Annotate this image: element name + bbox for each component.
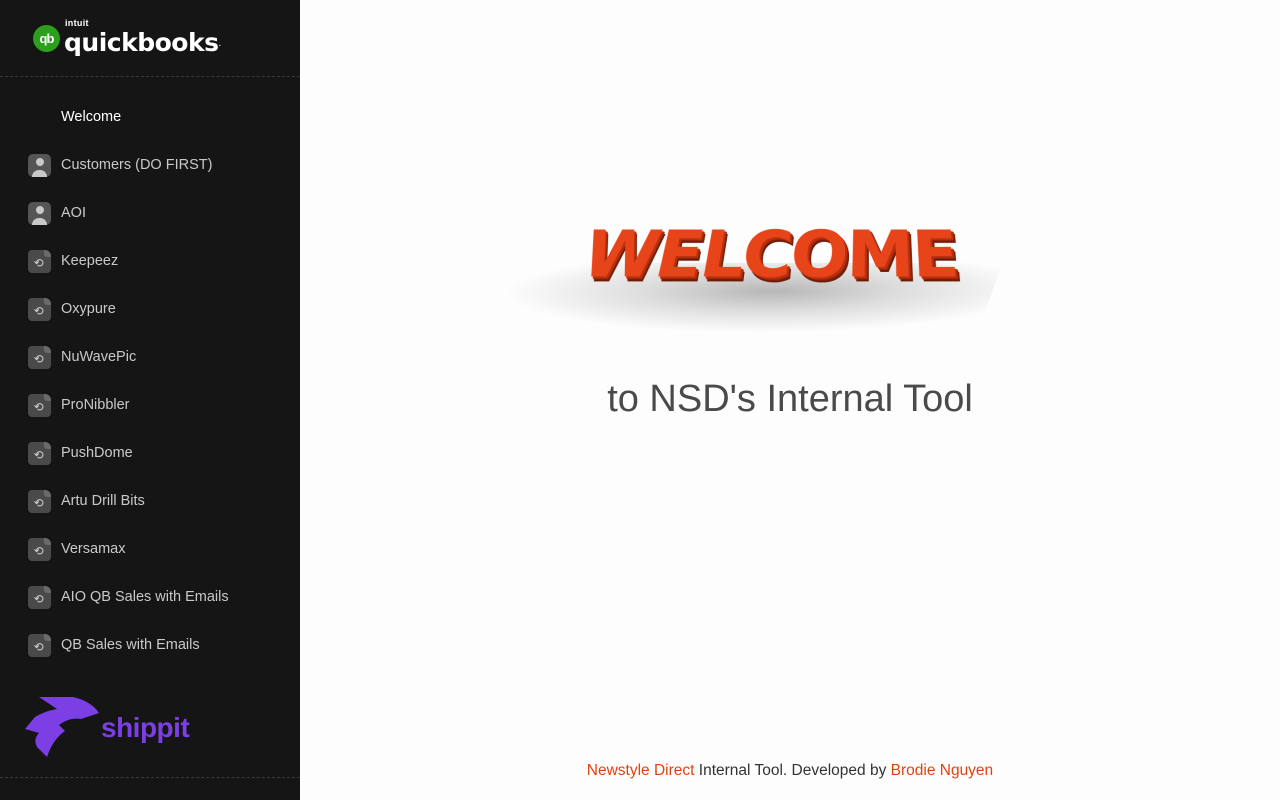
sidebar-item-aoi[interactable]: AOI [0, 189, 300, 237]
sidebar-item-artu-drill-bits[interactable]: ⟲ Artu Drill Bits [0, 477, 300, 525]
sidebar-item-label: ProNibbler [61, 397, 130, 413]
sidebar-nav: Welcome Customers (DO FIRST) AOI ⟲ Keepe… [0, 93, 300, 669]
author-link[interactable]: Brodie Nguyen [891, 762, 994, 779]
document-sync-icon: ⟲ [28, 297, 51, 321]
document-sync-icon: ⟲ [28, 393, 51, 417]
sidebar-item-label: Artu Drill Bits [61, 493, 145, 509]
document-sync-icon: ⟲ [28, 633, 51, 657]
sidebar-item-pushdome[interactable]: ⟲ PushDome [0, 429, 300, 477]
footer-text: Internal Tool. Developed by [694, 762, 891, 779]
sidebar-item-versamax[interactable]: ⟲ Versamax [0, 525, 300, 573]
quickbooks-wordmark: intuit quickbooks. [64, 18, 222, 55]
sidebar-item-label: Oxypure [61, 301, 116, 317]
document-sync-icon: ⟲ [28, 441, 51, 465]
sidebar-item-nuwavepic[interactable]: ⟲ NuWavePic [0, 333, 300, 381]
company-link[interactable]: Newstyle Direct [587, 762, 695, 779]
brand-header: qb intuit quickbooks. [0, 0, 300, 77]
sidebar-item-label: QB Sales with Emails [61, 637, 200, 653]
person-icon [28, 201, 51, 225]
quickbooks-dot: . [218, 38, 222, 49]
document-sync-icon: ⟲ [28, 537, 51, 561]
quickbooks-logo[interactable]: qb intuit quickbooks. [33, 18, 222, 55]
shippit-mark-icon [25, 697, 99, 757]
welcome-banner-image: WELCOME [487, 205, 1003, 350]
sidebar-item-aio-qb-sales[interactable]: ⟲ AIO QB Sales with Emails [0, 573, 300, 621]
sidebar-divider [0, 777, 300, 778]
document-sync-icon: ⟲ [28, 489, 51, 513]
sidebar: qb intuit quickbooks. Welcome Customers … [0, 0, 300, 800]
sidebar-item-oxypure[interactable]: ⟲ Oxypure [0, 285, 300, 333]
quickbooks-mark-icon: qb [33, 24, 60, 52]
sidebar-item-label: Versamax [61, 541, 126, 557]
sidebar-item-label: PushDome [61, 445, 133, 461]
intuit-label: intuit [65, 18, 89, 28]
main-content: WELCOME to NSD's Internal Tool Newstyle … [300, 0, 1280, 800]
sidebar-item-welcome[interactable]: Welcome [0, 93, 300, 141]
sidebar-item-keepeez[interactable]: ⟲ Keepeez [0, 237, 300, 285]
page-subtitle: to NSD's Internal Tool [607, 378, 973, 420]
sidebar-item-qb-sales[interactable]: ⟲ QB Sales with Emails [0, 621, 300, 669]
grid-icon [28, 106, 51, 129]
sidebar-item-pronibbler[interactable]: ⟲ ProNibbler [0, 381, 300, 429]
page-footer: Newstyle Direct Internal Tool. Developed… [300, 762, 1280, 780]
sidebar-item-label: NuWavePic [61, 349, 137, 365]
sidebar-item-label: Keepeez [61, 253, 119, 269]
sidebar-item-label: AIO QB Sales with Emails [61, 589, 229, 605]
welcome-heading: WELCOME [571, 218, 961, 294]
sidebar-item-label: Welcome [61, 109, 122, 125]
document-sync-icon: ⟲ [28, 249, 51, 273]
sidebar-item-label: AOI [61, 205, 86, 221]
person-icon [28, 153, 51, 177]
shippit-logo[interactable]: shippit [25, 695, 190, 759]
sidebar-item-label: Customers (DO FIRST) [61, 157, 213, 173]
sidebar-item-customers[interactable]: Customers (DO FIRST) [0, 141, 300, 189]
document-sync-icon: ⟲ [28, 345, 51, 369]
shippit-label: shippit [101, 712, 190, 743]
document-sync-icon: ⟲ [28, 585, 51, 609]
quickbooks-label: quickbooks [64, 28, 219, 57]
